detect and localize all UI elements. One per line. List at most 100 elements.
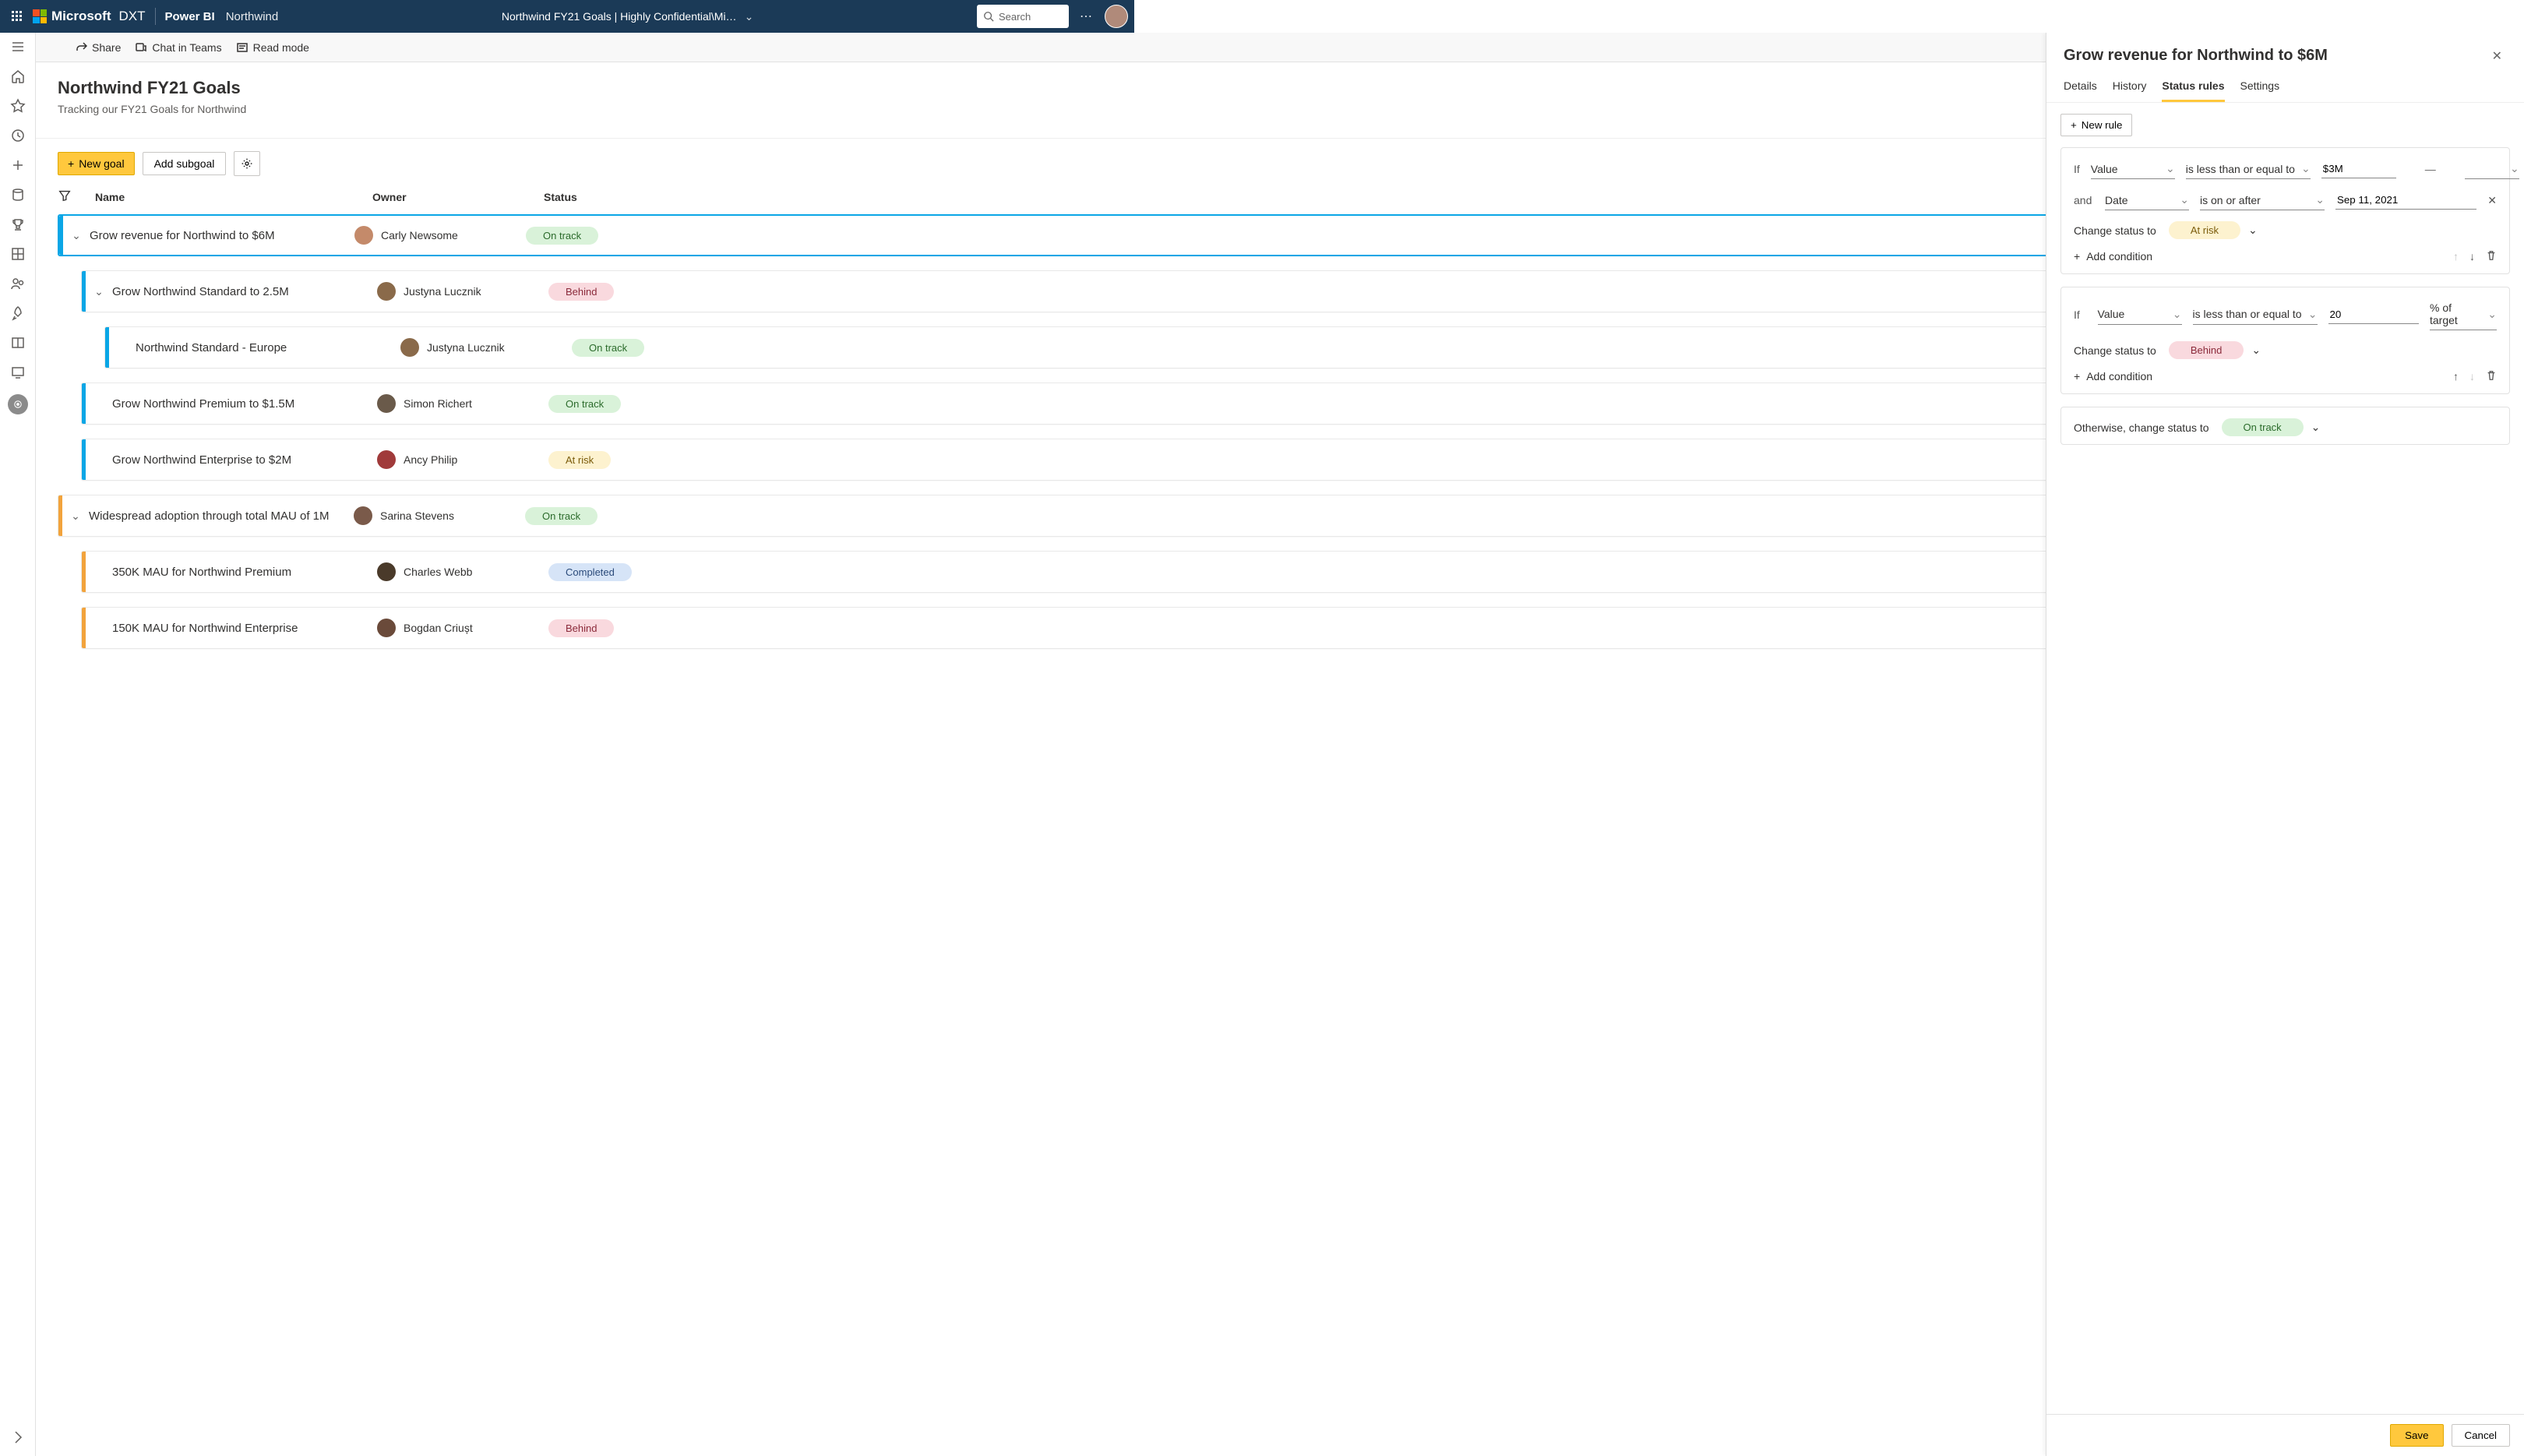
star-icon[interactable] — [10, 98, 26, 114]
goal-details-panel: Grow revenue for Northwind to $6M ✕ Deta… — [2046, 33, 2524, 1456]
status-pill-behind[interactable]: Behind — [2169, 341, 2244, 359]
brand-suffix: DXT — [119, 9, 146, 24]
expand-icon[interactable] — [10, 1430, 26, 1445]
add-condition-button[interactable]: +Add condition — [2074, 367, 2152, 386]
operator-select[interactable]: is less than or equal to⌄ — [2193, 305, 2318, 325]
left-nav-rail — [0, 33, 36, 1456]
settings-button[interactable] — [234, 151, 260, 176]
field-select[interactable]: Value⌄ — [2098, 305, 2182, 325]
microsoft-logo: Microsoft DXT — [33, 9, 146, 24]
operator-select[interactable]: is less than or equal to⌄ — [2186, 159, 2311, 179]
read-mode-button[interactable]: Read mode — [236, 41, 309, 54]
page-title: Northwind FY21 Goals — [58, 78, 246, 98]
owner-avatar — [377, 282, 396, 301]
if-label: If — [2074, 163, 2080, 175]
rule-card-2: If Value⌄ is less than or equal to⌄ % of… — [2060, 287, 2510, 394]
operator-select-date[interactable]: is on or after⌄ — [2200, 190, 2325, 210]
people-icon[interactable] — [10, 276, 26, 291]
title-bar: Microsoft DXT Power BI Northwind Northwi… — [0, 0, 1134, 33]
move-up-icon: ↑ — [2453, 250, 2459, 263]
monitor-icon[interactable] — [10, 365, 26, 380]
chevron-down-icon[interactable]: ⌄ — [2311, 421, 2321, 434]
cancel-button[interactable]: Cancel — [2452, 1424, 2511, 1447]
panel-tabs: Details History Status rules Settings — [2046, 65, 2524, 103]
status-badge: Completed — [548, 563, 632, 581]
share-button[interactable]: Share — [75, 41, 121, 54]
status-badge: Behind — [548, 283, 614, 301]
user-avatar[interactable] — [1105, 5, 1128, 28]
add-condition-button[interactable]: +Add condition — [2074, 247, 2152, 266]
goal-bar — [105, 327, 109, 368]
col-status[interactable]: Status — [544, 191, 577, 203]
tab-history[interactable]: History — [2113, 75, 2147, 102]
remove-condition-icon[interactable]: ✕ — [2487, 194, 2497, 207]
trophy-icon[interactable] — [10, 217, 26, 232]
goal-name: Grow Northwind Premium to $1.5M — [112, 397, 377, 411]
tab-settings[interactable]: Settings — [2240, 75, 2280, 102]
search-input[interactable]: Search — [977, 5, 1069, 28]
plus-icon[interactable] — [10, 157, 26, 173]
expand-chevron-icon[interactable]: ⌄ — [86, 285, 112, 298]
move-down-icon[interactable]: ↓ — [2469, 250, 2475, 263]
owner-avatar — [377, 450, 396, 469]
goal-name: 150K MAU for Northwind Enterprise — [112, 622, 377, 635]
value-input[interactable] — [2321, 160, 2396, 178]
col-name[interactable]: Name — [95, 191, 372, 203]
expand-chevron-icon[interactable]: ⌄ — [62, 509, 89, 523]
workspace-icon[interactable] — [8, 394, 28, 414]
otherwise-label: Otherwise, change status to — [2074, 421, 2209, 434]
owner-avatar — [377, 562, 396, 581]
value-input[interactable] — [2328, 305, 2419, 324]
status-pill-ontrack[interactable]: On track — [2222, 418, 2304, 436]
board-icon[interactable] — [10, 246, 26, 262]
move-up-icon[interactable]: ↑ — [2453, 370, 2459, 383]
status-badge: On track — [548, 395, 621, 413]
col-owner[interactable]: Owner — [372, 191, 544, 203]
chevron-down-icon[interactable]: ⌄ — [745, 10, 754, 23]
rocket-icon[interactable] — [10, 305, 26, 321]
delete-icon[interactable] — [2486, 250, 2497, 263]
clock-icon[interactable] — [10, 128, 26, 143]
goal-name: Grow Northwind Enterprise to $2M — [112, 453, 377, 467]
close-icon[interactable]: ✕ — [2487, 47, 2507, 65]
brand-label: Microsoft — [51, 9, 111, 24]
goal-owner: Justyna Lucznik — [377, 282, 548, 301]
divider — [155, 8, 156, 25]
app-launcher-icon[interactable] — [6, 5, 28, 27]
chat-teams-button[interactable]: Chat in Teams — [135, 41, 221, 54]
tab-details[interactable]: Details — [2064, 75, 2097, 102]
unit-select[interactable]: % of target⌄ — [2430, 298, 2497, 330]
add-subgoal-button[interactable]: Add subgoal — [143, 152, 227, 175]
workspace-name[interactable]: Northwind — [226, 10, 279, 23]
panel-title: Grow revenue for Northwind to $6M — [2064, 47, 2487, 65]
chevron-down-icon[interactable]: ⌄ — [2251, 344, 2261, 357]
chevron-down-icon[interactable]: ⌄ — [2248, 224, 2258, 237]
owner-avatar — [377, 619, 396, 637]
goal-name: Northwind Standard - Europe — [136, 341, 400, 354]
status-badge: On track — [572, 339, 644, 357]
more-icon[interactable]: ⋯ — [1080, 9, 1094, 24]
app-name[interactable]: Power BI — [165, 10, 215, 23]
book-icon[interactable] — [10, 335, 26, 351]
field-select[interactable]: Value⌄ — [2091, 159, 2175, 179]
owner-avatar — [377, 394, 396, 413]
field-select-date[interactable]: Date⌄ — [2105, 190, 2189, 210]
save-button[interactable]: Save — [2390, 1424, 2443, 1447]
value2-select[interactable]: ⌄ — [2465, 159, 2519, 179]
delete-icon[interactable] — [2486, 370, 2497, 383]
search-placeholder: Search — [999, 11, 1031, 23]
date-input[interactable] — [2335, 191, 2476, 210]
hamburger-icon[interactable] — [10, 39, 26, 55]
page-subtitle: Tracking our FY21 Goals for Northwind — [58, 103, 246, 115]
tab-status-rules[interactable]: Status rules — [2162, 75, 2224, 102]
document-title[interactable]: Northwind FY21 Goals | Highly Confidenti… — [278, 10, 977, 23]
status-badge: At risk — [548, 451, 611, 469]
home-icon[interactable] — [10, 69, 26, 84]
filter-icon[interactable] — [58, 189, 95, 205]
database-icon[interactable] — [10, 187, 26, 203]
status-badge: On track — [526, 227, 598, 245]
expand-chevron-icon[interactable]: ⌄ — [63, 229, 90, 242]
status-pill-atrisk[interactable]: At risk — [2169, 221, 2240, 239]
new-goal-button[interactable]: +New goal — [58, 152, 135, 175]
new-rule-button[interactable]: +New rule — [2060, 114, 2132, 136]
